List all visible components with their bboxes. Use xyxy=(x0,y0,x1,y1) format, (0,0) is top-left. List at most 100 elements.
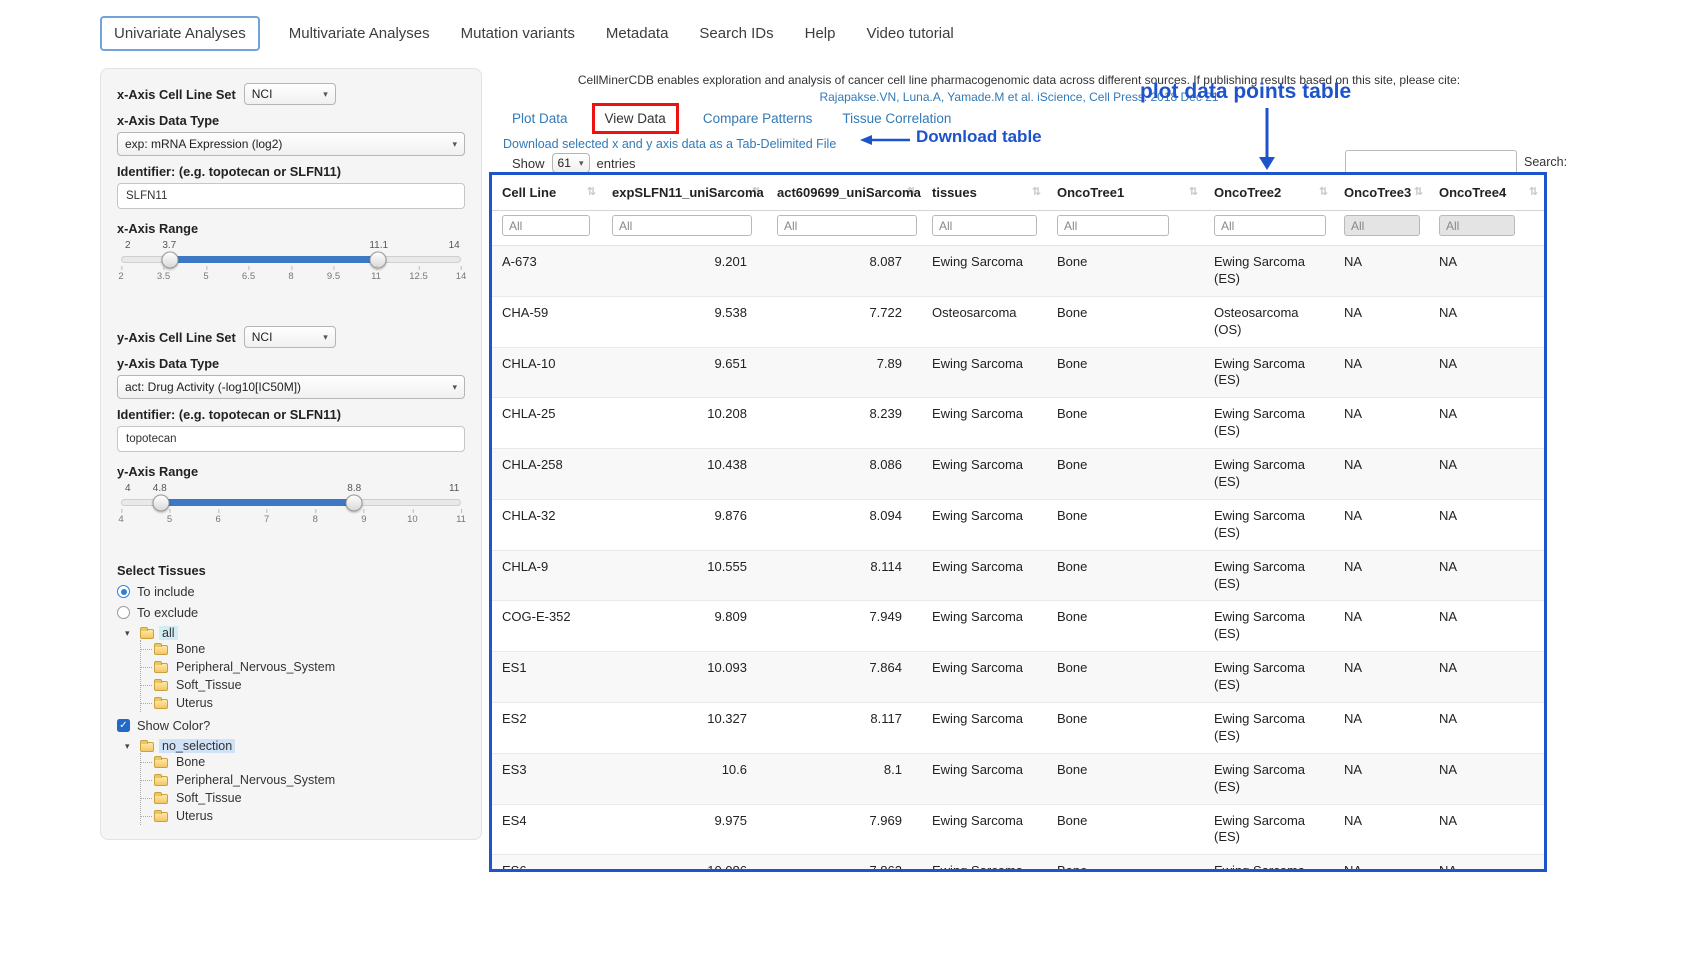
x-identifier-input[interactable] xyxy=(117,183,465,209)
filter-input-expslfn11[interactable] xyxy=(612,215,752,236)
tree-node-uterus[interactable]: Uterus xyxy=(141,807,465,825)
chevron-down-icon: ▾ xyxy=(579,158,584,169)
tree-node-no-selection[interactable]: ▾ no_selection xyxy=(125,739,465,753)
y-cell-line-set-label: y-Axis Cell Line Set xyxy=(117,330,236,345)
sort-icon[interactable]: ⇅ xyxy=(1529,185,1538,198)
table-cell: Ewing Sarcoma (ES) xyxy=(1204,753,1334,804)
table-filter-row xyxy=(492,211,1544,246)
table-cell: 9.201 xyxy=(602,246,767,297)
slider-max-label: 11 xyxy=(449,483,459,494)
folder-icon xyxy=(154,663,168,673)
x-cell-line-set-label: x-Axis Cell Line Set xyxy=(117,87,236,102)
table-row[interactable]: ES610.0867.862Ewing SarcomaBoneEwing Sar… xyxy=(492,855,1544,872)
filter-input-cell-line[interactable] xyxy=(502,215,590,236)
tree-node-peripheral-nervous-system[interactable]: Peripheral_Nervous_System xyxy=(141,658,465,676)
column-header-tissues[interactable]: ⇅tissues xyxy=(922,175,1047,211)
download-tab-delimited-link[interactable]: Download selected x and y axis data as a… xyxy=(503,137,836,151)
tab-plot-data[interactable]: Plot Data xyxy=(512,111,568,126)
table-row[interactable]: ES210.3278.117Ewing SarcomaBoneEwing Sar… xyxy=(492,703,1544,754)
tree-node-bone[interactable]: Bone xyxy=(141,640,465,658)
table-cell: Bone xyxy=(1047,652,1204,703)
table-cell: Ewing Sarcoma xyxy=(922,398,1047,449)
table-row[interactable]: CHLA-25810.4388.086Ewing SarcomaBoneEwin… xyxy=(492,449,1544,500)
folder-icon xyxy=(154,699,168,709)
tab-mutation-variants[interactable]: Mutation variants xyxy=(459,18,577,49)
sort-icon[interactable]: ⇅ xyxy=(1032,185,1041,198)
table-row[interactable]: COG-E-3529.8097.949Ewing SarcomaBoneEwin… xyxy=(492,601,1544,652)
table-row[interactable]: CHLA-910.5558.114Ewing SarcomaBoneEwing … xyxy=(492,550,1544,601)
table-cell: Bone xyxy=(1047,347,1204,398)
tab-multivariate-analyses[interactable]: Multivariate Analyses xyxy=(287,18,432,49)
x-data-type-select[interactable]: exp: mRNA Expression (log2) ▾ xyxy=(117,132,465,156)
tab-view-data[interactable]: View Data xyxy=(605,111,666,126)
tab-compare-patterns[interactable]: Compare Patterns xyxy=(703,111,813,126)
table-row[interactable]: ES110.0937.864Ewing SarcomaBoneEwing Sar… xyxy=(492,652,1544,703)
sort-icon[interactable]: ⇅ xyxy=(1189,185,1198,198)
radio-to-exclude[interactable]: To exclude xyxy=(117,605,465,620)
filter-input-oncotree1[interactable] xyxy=(1057,215,1169,236)
sort-icon[interactable]: ⇅ xyxy=(1319,185,1328,198)
column-header-oncotree2[interactable]: ⇅OncoTree2 xyxy=(1204,175,1334,211)
table-cell: Bone xyxy=(1047,804,1204,855)
table-row[interactable]: ES310.68.1Ewing SarcomaBoneEwing Sarcoma… xyxy=(492,753,1544,804)
tree-root-label[interactable]: all xyxy=(159,626,178,640)
slider-tick-label: 3.5 xyxy=(157,271,170,282)
table-cell: 7.722 xyxy=(767,296,922,347)
tree-node-peripheral-nervous-system[interactable]: Peripheral_Nervous_System xyxy=(141,771,465,789)
tree-collapse-icon[interactable]: ▾ xyxy=(125,628,135,639)
column-header-oncotree1[interactable]: ⇅ OncoTree1 xyxy=(1047,175,1204,211)
tree-node-uterus[interactable]: Uterus xyxy=(141,694,465,712)
filter-input-act609699[interactable] xyxy=(777,215,917,236)
slider-track[interactable] xyxy=(121,499,461,506)
sort-icon[interactable]: ⇅ xyxy=(1414,185,1423,198)
table-row[interactable]: CHLA-329.8768.094Ewing SarcomaBoneEwing … xyxy=(492,499,1544,550)
table-cell: 10.438 xyxy=(602,449,767,500)
tree-collapse-icon[interactable]: ▾ xyxy=(125,741,135,752)
column-header-label: Cell Line xyxy=(502,185,556,200)
tree-item-label: Bone xyxy=(173,642,208,656)
table-cell: CHLA-258 xyxy=(492,449,602,500)
column-header-oncotree4[interactable]: ⇅ OncoTree4 xyxy=(1429,175,1544,211)
table-row[interactable]: A-6739.2018.087Ewing SarcomaBoneEwing Sa… xyxy=(492,246,1544,297)
y-identifier-input[interactable] xyxy=(117,426,465,452)
tab-tissue-correlation[interactable]: Tissue Correlation xyxy=(842,111,951,126)
tree-root-label[interactable]: no_selection xyxy=(159,739,235,753)
tab-univariate-analyses[interactable]: Univariate Analyses xyxy=(100,16,260,51)
tree-node-soft-tissue[interactable]: Soft_Tissue xyxy=(141,676,465,694)
table-cell: 10.555 xyxy=(602,550,767,601)
data-table: ⇅ Cell Line ⇅expSLFN11_uniSarcoma ⇅act609… xyxy=(492,175,1544,872)
filter-input-oncotree3[interactable] xyxy=(1344,215,1420,236)
column-header-act609699[interactable]: ⇅act609699_uniSarcoma xyxy=(767,175,922,211)
chevron-down-icon: ▾ xyxy=(323,89,328,100)
table-cell: 10.093 xyxy=(602,652,767,703)
filter-input-oncotree2[interactable] xyxy=(1214,215,1326,236)
show-color-checkbox-row[interactable]: Show Color? xyxy=(117,718,465,733)
radio-to-include[interactable]: To include xyxy=(117,584,465,599)
table-cell: Ewing Sarcoma (ES) xyxy=(1204,855,1334,872)
column-header-oncotree3[interactable]: ⇅OncoTree3 xyxy=(1334,175,1429,211)
slider-track[interactable] xyxy=(121,256,461,263)
table-row[interactable]: CHLA-2510.2088.239Ewing SarcomaBoneEwing… xyxy=(492,398,1544,449)
table-row[interactable]: CHA-599.5387.722OsteosarcomaBoneOsteosar… xyxy=(492,296,1544,347)
column-header-label: OncoTree4 xyxy=(1439,185,1506,200)
entries-select[interactable]: 61 ▾ xyxy=(552,153,590,173)
y-cell-line-set-select[interactable]: NCI ▾ xyxy=(244,326,336,348)
column-header-cell-line[interactable]: ⇅ Cell Line xyxy=(492,175,602,211)
tree-node-all[interactable]: ▾ all xyxy=(125,626,465,640)
tree-node-bone[interactable]: Bone xyxy=(141,753,465,771)
column-header-expslfn11[interactable]: ⇅expSLFN11_uniSarcoma xyxy=(602,175,767,211)
table-row[interactable]: CHLA-109.6517.89Ewing SarcomaBoneEwing S… xyxy=(492,347,1544,398)
tree-node-soft-tissue[interactable]: Soft_Tissue xyxy=(141,789,465,807)
x-cell-line-set-select[interactable]: NCI ▾ xyxy=(244,83,336,105)
sort-icon[interactable]: ⇅ xyxy=(587,185,596,198)
tab-metadata[interactable]: Metadata xyxy=(604,18,671,49)
filter-input-oncotree4[interactable] xyxy=(1439,215,1515,236)
tab-help[interactable]: Help xyxy=(803,18,838,49)
y-data-type-select[interactable]: act: Drug Activity (-log10[IC50M]) ▾ xyxy=(117,375,465,399)
search-input[interactable] xyxy=(1345,150,1517,174)
column-header-label: OncoTree1 xyxy=(1057,185,1124,200)
tab-video-tutorial[interactable]: Video tutorial xyxy=(864,18,955,49)
filter-input-tissues[interactable] xyxy=(932,215,1037,236)
table-row[interactable]: ES49.9757.969Ewing SarcomaBoneEwing Sarc… xyxy=(492,804,1544,855)
tab-search-ids[interactable]: Search IDs xyxy=(697,18,775,49)
